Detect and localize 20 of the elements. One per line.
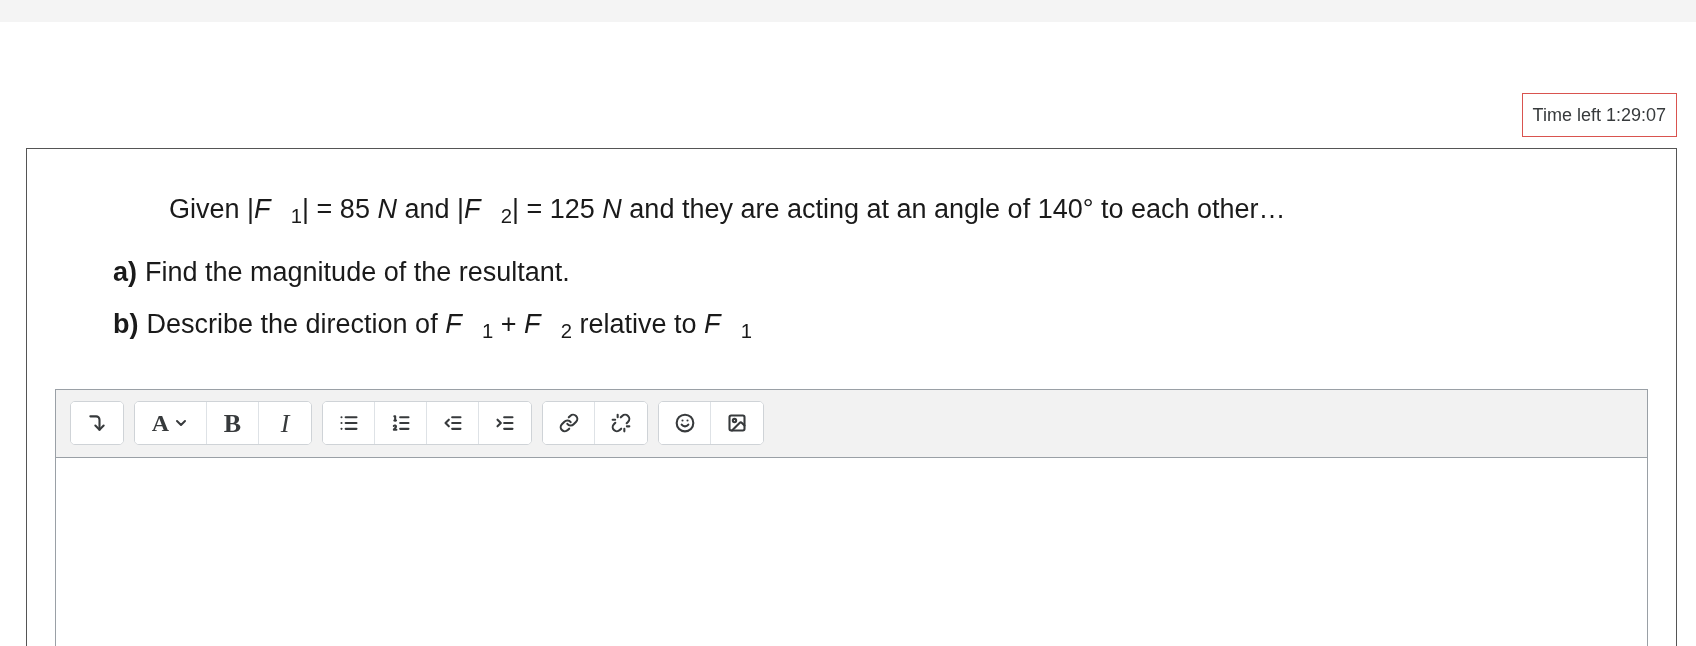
indent-icon: [495, 413, 515, 433]
image-icon: [727, 413, 747, 433]
part-text: Find the magnitude of the resultant.: [145, 255, 570, 289]
smiley-icon: [674, 413, 695, 433]
emoji-button[interactable]: [659, 402, 711, 444]
arrow-down-icon: [87, 413, 107, 433]
link-button[interactable]: [543, 402, 595, 444]
bullet-list-icon: [338, 413, 359, 433]
toolbar-toggle-button[interactable]: [71, 402, 123, 444]
question-text: Given |F⃗$_{1}$| = 85 N and |F⃗$_{2}$| = 125 N and they are acting at an angle of 140° to each other…: [169, 193, 1287, 230]
part-label: b): [113, 308, 139, 341]
unlink-icon: [611, 413, 631, 433]
numbered-list-icon: [390, 413, 411, 433]
part-text: Describe the direction of F⃗$_{1}$ + F⃗$_{2}$ relative to F⃗$_{1}$: [146, 308, 753, 345]
font-style-button[interactable]: A: [135, 402, 207, 444]
bullet-list-button[interactable]: [323, 402, 375, 444]
part-label: a): [113, 255, 137, 289]
timer: Time left 1:29:07: [1521, 93, 1677, 137]
link-icon: [558, 413, 579, 433]
outdent-icon: [442, 413, 463, 433]
